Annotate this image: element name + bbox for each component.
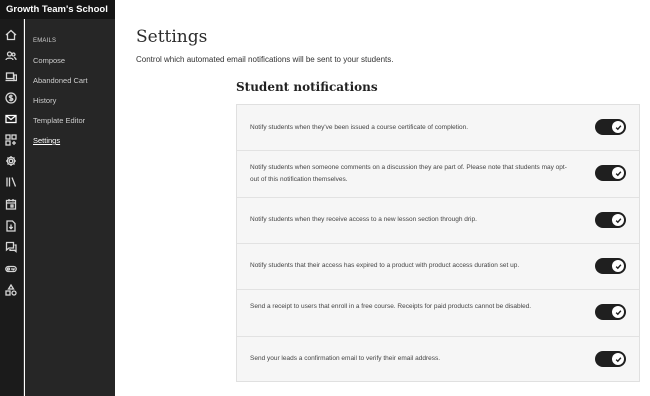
notification-text: Notify students when they've been issued… [250, 124, 469, 131]
subnav-heading: EMAILS [33, 38, 57, 44]
home-icon[interactable] [4, 28, 18, 42]
library-icon[interactable] [4, 175, 18, 189]
notification-toggle[interactable] [595, 258, 626, 274]
subnav-item-history[interactable]: History [33, 96, 56, 105]
subnav-item-abandoned-cart[interactable]: Abandoned Cart [33, 76, 88, 85]
subnav-item-settings[interactable]: Settings [33, 136, 60, 145]
notification-text: Notify students that their access has ex… [250, 262, 520, 269]
page-description: Control which automated email notificati… [136, 55, 394, 64]
devices-icon[interactable] [4, 70, 18, 84]
check-icon [612, 214, 624, 226]
icon-rail [0, 19, 24, 396]
users-icon[interactable] [4, 49, 18, 63]
check-icon [612, 353, 624, 365]
notification-text: Notify students when someone comments on… [250, 164, 567, 183]
notifications-panel: Notify students when they've been issued… [236, 104, 640, 382]
calendar-icon[interactable] [4, 197, 18, 211]
apps-icon[interactable] [4, 133, 18, 147]
notification-row: Notify students that their access has ex… [237, 244, 639, 290]
chat-icon[interactable] [4, 240, 18, 254]
key-icon[interactable] [4, 262, 18, 276]
gear-icon[interactable] [4, 154, 18, 168]
shapes-icon[interactable] [4, 283, 18, 297]
check-icon [612, 306, 624, 318]
notification-text: Send a receipt to users that enroll in a… [250, 303, 532, 310]
notification-row: Send a receipt to users that enroll in a… [237, 290, 639, 337]
check-icon [612, 121, 624, 133]
notification-toggle[interactable] [595, 165, 626, 181]
mail-icon[interactable] [4, 112, 18, 126]
notification-row: Notify students when they receive access… [237, 198, 639, 244]
notification-toggle[interactable] [595, 212, 626, 228]
notification-text: Notify students when they receive access… [250, 216, 477, 223]
subnav-item-compose[interactable]: Compose [33, 56, 65, 65]
notification-text: Send your leads a confirmation email to … [250, 355, 441, 362]
section-title: Student notifications [236, 80, 378, 94]
download-icon[interactable] [4, 219, 18, 233]
check-icon [612, 260, 624, 272]
notification-toggle[interactable] [595, 304, 626, 320]
check-icon [612, 167, 624, 179]
notification-toggle[interactable] [595, 351, 626, 367]
school-name[interactable]: Growth Team's School [0, 0, 115, 19]
notification-row: Notify students when someone comments on… [237, 151, 639, 198]
dollar-icon[interactable] [4, 91, 18, 105]
notification-row: Send your leads a confirmation email to … [237, 337, 639, 381]
email-subnav: EMAILS Compose Abandoned Cart History Te… [25, 19, 115, 396]
notification-toggle[interactable] [595, 119, 626, 135]
page-title: Settings [136, 27, 208, 47]
notification-row: Notify students when they've been issued… [237, 105, 639, 151]
subnav-item-template-editor[interactable]: Template Editor [33, 116, 85, 125]
